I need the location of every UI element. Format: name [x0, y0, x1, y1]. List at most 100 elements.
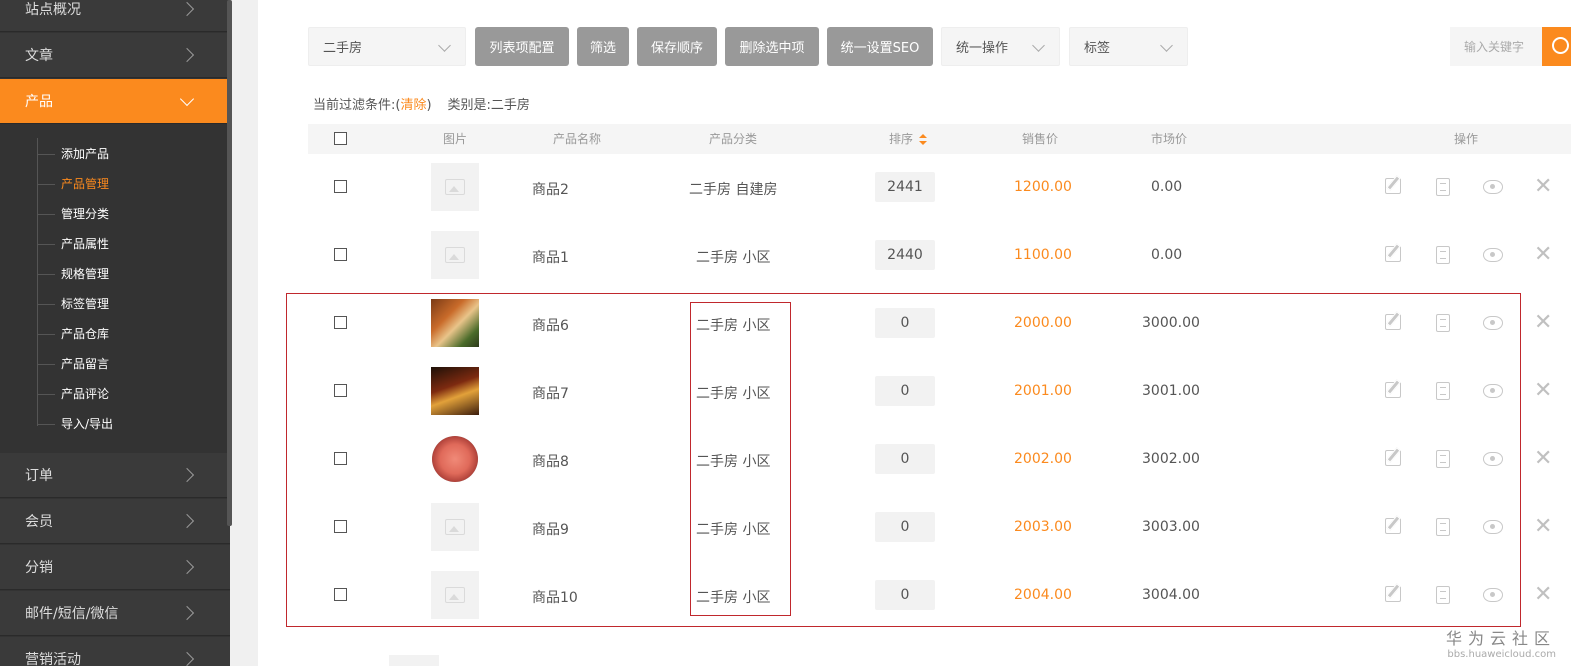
list-config-button[interactable]: 列表项配置	[475, 27, 569, 66]
clear-filter-link[interactable]: 清除	[400, 98, 426, 113]
sort-input[interactable]: 0	[875, 376, 935, 406]
close-icon[interactable]: ✕	[1534, 584, 1552, 606]
product-name[interactable]: 商品8	[532, 451, 569, 471]
edit-icon[interactable]	[1385, 518, 1401, 534]
product-image-placeholder	[431, 571, 479, 619]
search-input[interactable]: 输入关键字	[1450, 27, 1542, 66]
edit-icon[interactable]	[1385, 246, 1401, 262]
subnav-spec-management[interactable]: 规格管理	[36, 264, 109, 284]
product-name[interactable]: 商品6	[532, 315, 569, 335]
sidebar-item-products[interactable]: 产品	[0, 79, 230, 124]
select-all-checkbox[interactable]	[334, 132, 347, 145]
subnav-product-warehouse[interactable]: 产品仓库	[36, 324, 109, 344]
category-select[interactable]: 二手房	[308, 27, 466, 66]
sort-input[interactable]: 2440	[875, 240, 935, 270]
copy-icon[interactable]	[1436, 382, 1450, 400]
meat-plate-image	[432, 436, 478, 482]
watermark-url: bbs.huaweicloud.com	[1447, 649, 1557, 660]
batch-operation-select[interactable]: 统一操作	[941, 27, 1060, 66]
sidebar-item-marketing[interactable]: 营销活动	[0, 637, 230, 666]
close-icon[interactable]: ✕	[1534, 244, 1552, 266]
edit-icon[interactable]	[1385, 178, 1401, 194]
row-checkbox[interactable]	[334, 316, 347, 329]
eye-icon[interactable]	[1483, 248, 1503, 262]
product-name[interactable]: 商品7	[532, 383, 569, 403]
sidebar-item-members[interactable]: 会员	[0, 499, 230, 544]
sidebar-scrollbar[interactable]	[227, 0, 232, 526]
row-checkbox[interactable]	[334, 248, 347, 261]
product-image-placeholder	[431, 503, 479, 551]
eye-icon[interactable]	[1483, 180, 1503, 194]
subnav-product-management[interactable]: 产品管理	[36, 174, 109, 194]
sidebar-item-distribution[interactable]: 分销	[0, 545, 230, 590]
edit-icon[interactable]	[1385, 586, 1401, 602]
subnav-import-export[interactable]: 导入/导出	[36, 414, 113, 434]
sidebar-item-overview[interactable]: 站点概况	[0, 0, 230, 32]
product-image[interactable]	[431, 299, 479, 347]
edit-icon[interactable]	[1385, 314, 1401, 330]
product-image[interactable]	[431, 367, 479, 415]
copy-icon[interactable]	[1436, 178, 1450, 196]
row-checkbox[interactable]	[334, 452, 347, 465]
close-icon[interactable]: ✕	[1534, 380, 1552, 402]
edit-icon[interactable]	[1385, 450, 1401, 466]
sidebar-item-messaging[interactable]: 邮件/短信/微信	[0, 591, 230, 636]
row-checkbox[interactable]	[334, 180, 347, 193]
unified-seo-button[interactable]: 统一设置SEO	[827, 27, 933, 66]
header-sort[interactable]: 排序	[868, 124, 948, 154]
tag-select[interactable]: 标签	[1069, 27, 1188, 66]
search-icon	[1552, 37, 1569, 54]
subnav-add-product[interactable]: 添加产品	[36, 144, 109, 164]
search-button[interactable]	[1542, 27, 1571, 66]
close-icon[interactable]: ✕	[1534, 176, 1552, 198]
sale-price: 2004.00	[1014, 587, 1072, 603]
sort-input[interactable]: 2441	[875, 172, 935, 202]
filter-button[interactable]: 筛选	[577, 27, 629, 66]
eye-icon[interactable]	[1483, 520, 1503, 534]
page-size-select[interactable]	[389, 655, 439, 666]
eye-icon[interactable]	[1483, 452, 1503, 466]
row-checkbox[interactable]	[334, 520, 347, 533]
eye-icon[interactable]	[1483, 588, 1503, 602]
product-name[interactable]: 商品2	[532, 179, 569, 199]
sidebar-item-orders[interactable]: 订单	[0, 453, 230, 498]
sort-input[interactable]: 0	[875, 308, 935, 338]
copy-icon[interactable]	[1436, 450, 1450, 468]
subnav-product-reviews[interactable]: 产品评论	[36, 384, 109, 404]
delete-selected-button[interactable]: 删除选中项	[725, 27, 819, 66]
sort-input[interactable]: 0	[875, 444, 935, 474]
product-category: 二手房 小区	[696, 590, 771, 606]
product-name[interactable]: 商品10	[532, 587, 578, 607]
product-image[interactable]	[431, 435, 479, 483]
subnav-product-attributes[interactable]: 产品属性	[36, 234, 109, 254]
sidebar-item-articles[interactable]: 文章	[0, 33, 230, 78]
edit-icon[interactable]	[1385, 382, 1401, 398]
close-icon[interactable]: ✕	[1534, 516, 1552, 538]
table-row: 商品6 二手房 小区 0 2000.00 3000.00 ✕	[308, 289, 1571, 357]
product-name[interactable]: 商品9	[532, 519, 569, 539]
chevron-right-icon	[179, 467, 195, 483]
chevron-right-icon	[179, 47, 195, 63]
table-row: 商品1 二手房 小区 2440 1100.00 0.00 ✕	[308, 221, 1571, 289]
close-icon[interactable]: ✕	[1534, 448, 1552, 470]
subnav-product-messages[interactable]: 产品留言	[36, 354, 109, 374]
product-name[interactable]: 商品1	[532, 247, 569, 267]
save-order-button[interactable]: 保存顺序	[637, 27, 717, 66]
subnav-tag-management[interactable]: 标签管理	[36, 294, 109, 314]
copy-icon[interactable]	[1436, 518, 1450, 536]
eye-icon[interactable]	[1483, 316, 1503, 330]
close-icon[interactable]: ✕	[1534, 312, 1552, 334]
product-category: 二手房 小区	[696, 386, 771, 402]
chevron-down-icon	[1032, 39, 1045, 52]
sort-input[interactable]: 0	[875, 512, 935, 542]
copy-icon[interactable]	[1436, 586, 1450, 604]
sort-input[interactable]: 0	[875, 580, 935, 610]
product-category: 二手房 小区	[696, 454, 771, 470]
row-checkbox[interactable]	[334, 588, 347, 601]
row-checkbox[interactable]	[334, 384, 347, 397]
subnav-category-management[interactable]: 管理分类	[36, 204, 109, 224]
sort-icon[interactable]	[919, 133, 927, 146]
copy-icon[interactable]	[1436, 314, 1450, 332]
copy-icon[interactable]	[1436, 246, 1450, 264]
eye-icon[interactable]	[1483, 384, 1503, 398]
